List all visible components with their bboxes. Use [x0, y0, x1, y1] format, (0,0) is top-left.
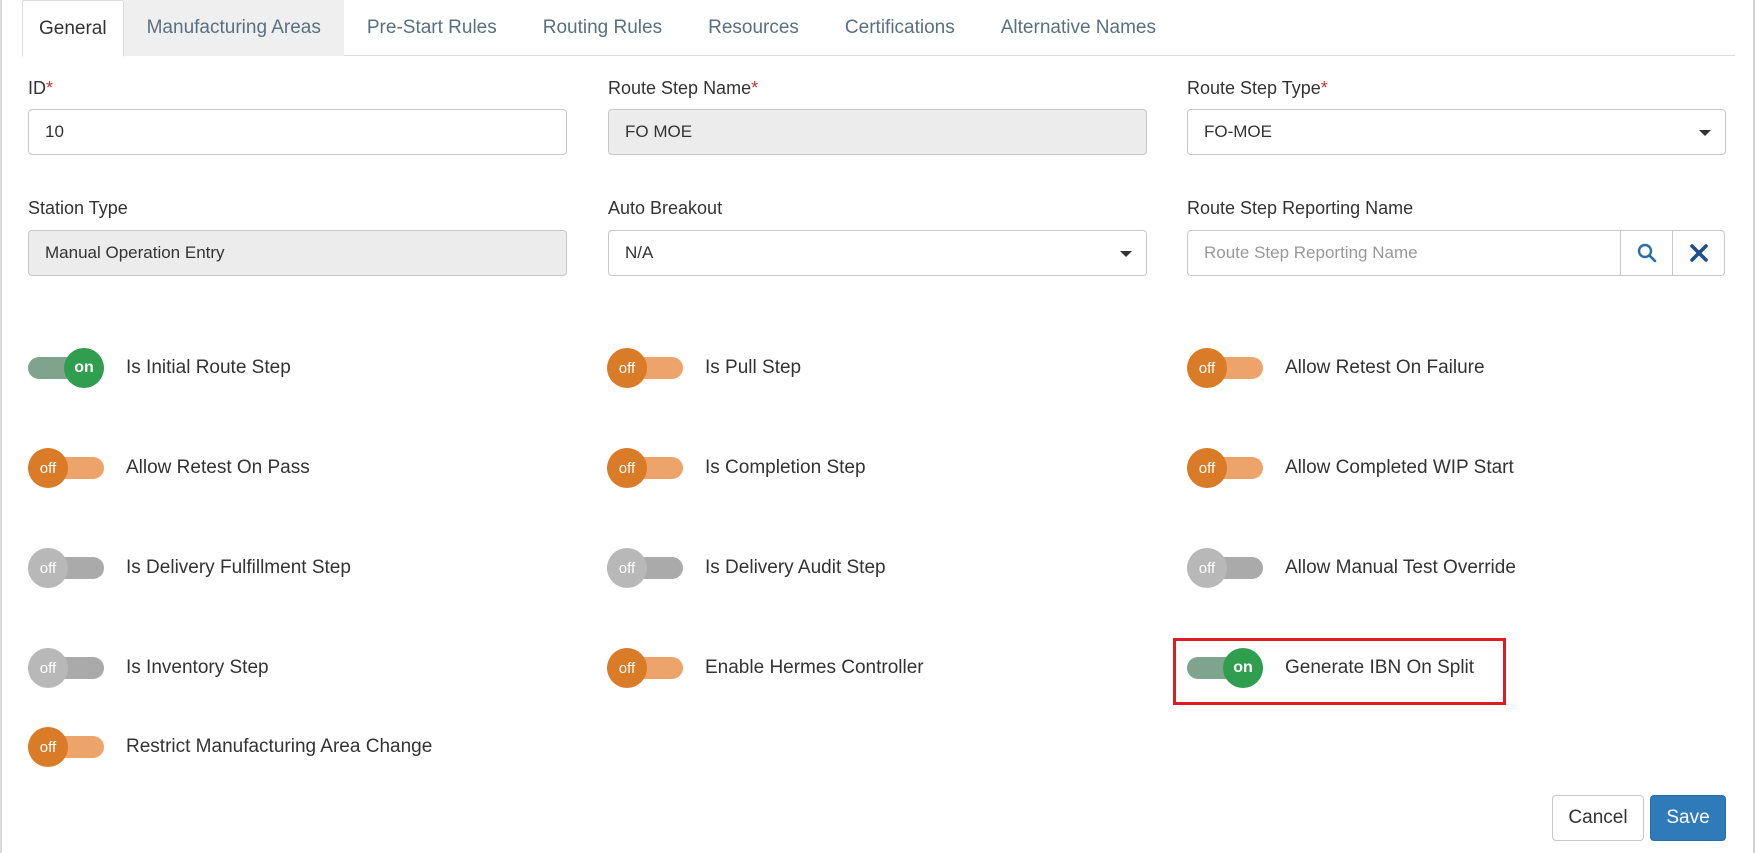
tab-bar: General Manufacturing Areas Pre-Start Ru…	[22, 0, 1735, 57]
completed-wip-start-toggle[interactable]: off	[1187, 446, 1263, 490]
toggle-knob: off	[28, 648, 68, 688]
restrict-area-change-toggle[interactable]: off	[28, 725, 104, 769]
required-marker: *	[751, 78, 759, 98]
toggle-label: Allow Retest On Pass	[126, 457, 310, 478]
required-marker: *	[46, 78, 54, 98]
route-step-dialog: General Manufacturing Areas Pre-Start Ru…	[0, 0, 1755, 853]
toggle-label: Is Completion Step	[705, 457, 866, 478]
toggle-row-pull-step: off Is Pull Step	[607, 346, 801, 390]
search-icon	[1637, 243, 1656, 263]
completion-step-toggle[interactable]: off	[607, 446, 683, 490]
initial-route-step-toggle[interactable]: on	[28, 346, 104, 390]
toggle-knob: off	[607, 548, 647, 588]
station-type-label: Station Type	[28, 198, 128, 218]
tab-alternative-names[interactable]: Alternative Names	[978, 0, 1179, 56]
toggle-knob: off	[1187, 448, 1227, 488]
tab-manufacturing-areas[interactable]: Manufacturing Areas	[123, 0, 344, 56]
tab-general[interactable]: General	[22, 0, 124, 57]
route-step-name-label-text: Route Step Name	[608, 78, 752, 98]
dialog-left-border	[0, 0, 2, 853]
required-marker: *	[1320, 78, 1328, 98]
tab-certifications[interactable]: Certifications	[822, 0, 978, 56]
toggle-row-manual-test-override: off Allow Manual Test Override	[1187, 546, 1516, 590]
toggle-knob: off	[607, 648, 647, 688]
delivery-audit-toggle[interactable]: off	[607, 546, 683, 590]
toggle-label: Is Initial Route Step	[126, 357, 291, 378]
toggle-knob: off	[1187, 548, 1227, 588]
route-step-type-label: Route Step Type*	[1187, 78, 1328, 99]
manual-test-override-toggle[interactable]: off	[1187, 546, 1263, 590]
toggle-label: Is Inventory Step	[126, 657, 269, 678]
toggle-knob: off	[607, 348, 647, 388]
retest-on-failure-toggle[interactable]: off	[1187, 346, 1263, 390]
toggle-label: Restrict Manufacturing Area Change	[126, 736, 433, 757]
tab-pre-start-rules[interactable]: Pre-Start Rules	[344, 0, 520, 56]
toggle-row-initial-route-step: on Is Initial Route Step	[28, 346, 291, 390]
highlight-box	[1173, 638, 1506, 705]
toggle-row-hermes-controller: off Enable Hermes Controller	[607, 646, 924, 690]
toggle-knob: off	[28, 448, 68, 488]
toggle-label: Is Delivery Fulfillment Step	[126, 557, 351, 578]
toggle-row-inventory-step: off Is Inventory Step	[28, 646, 269, 690]
toggle-label: Allow Manual Test Override	[1285, 557, 1516, 578]
toggle-knob: off	[28, 548, 68, 588]
route-step-type-select[interactable]: FO-MOE	[1187, 109, 1726, 155]
chevron-down-icon	[1120, 251, 1132, 257]
reporting-name-input[interactable]: Route Step Reporting Name	[1187, 230, 1621, 276]
toggle-row-completion-step: off Is Completion Step	[607, 446, 866, 490]
chevron-down-icon	[1699, 130, 1711, 136]
toggle-label: Enable Hermes Controller	[705, 657, 924, 678]
toggle-row-retest-on-failure: off Allow Retest On Failure	[1187, 346, 1485, 390]
tab-routing-rules[interactable]: Routing Rules	[520, 0, 685, 56]
search-button[interactable]	[1620, 230, 1673, 276]
id-label-text: ID	[28, 78, 46, 98]
toggle-row-restrict-area-change: off Restrict Manufacturing Area Change	[28, 725, 432, 769]
close-icon	[1689, 244, 1708, 262]
retest-on-pass-toggle[interactable]: off	[28, 446, 104, 490]
toggle-knob: off	[1187, 348, 1227, 388]
toggle-knob: off	[607, 448, 647, 488]
inventory-step-toggle[interactable]: off	[28, 646, 104, 690]
reporting-name-label: Route Step Reporting Name	[1187, 198, 1414, 218]
id-input[interactable]: 10	[28, 109, 567, 155]
auto-breakout-value: N/A	[625, 243, 654, 262]
delivery-fulfillment-toggle[interactable]: off	[28, 546, 104, 590]
clear-button[interactable]	[1672, 230, 1725, 276]
hermes-controller-toggle[interactable]: off	[607, 646, 683, 690]
toggle-row-delivery-audit: off Is Delivery Audit Step	[607, 546, 886, 590]
station-type-input: Manual Operation Entry	[28, 230, 567, 276]
toggle-label: Is Pull Step	[705, 357, 802, 378]
toggle-label: Allow Retest On Failure	[1285, 357, 1485, 378]
route-step-name-input: FO MOE	[608, 109, 1147, 155]
toggle-row-retest-on-pass: off Allow Retest On Pass	[28, 446, 310, 490]
toggle-label: Is Delivery Audit Step	[705, 557, 886, 578]
route-step-name-label: Route Step Name*	[608, 78, 758, 99]
auto-breakout-select[interactable]: N/A	[608, 230, 1147, 276]
toggle-knob: off	[28, 727, 68, 767]
cancel-button[interactable]: Cancel	[1552, 795, 1644, 841]
toggle-row-completed-wip-start: off Allow Completed WIP Start	[1187, 446, 1514, 490]
pull-step-toggle[interactable]: off	[607, 346, 683, 390]
id-label: ID*	[28, 78, 53, 99]
tab-resources[interactable]: Resources	[685, 0, 822, 56]
route-step-type-value: FO-MOE	[1204, 122, 1272, 141]
toggle-knob: on	[64, 348, 104, 388]
save-button[interactable]: Save	[1650, 795, 1726, 841]
toggle-row-delivery-fulfillment: off Is Delivery Fulfillment Step	[28, 546, 351, 590]
toggle-label: Allow Completed WIP Start	[1285, 457, 1514, 478]
route-step-type-label-text: Route Step Type	[1187, 78, 1321, 98]
auto-breakout-label: Auto Breakout	[608, 198, 723, 218]
